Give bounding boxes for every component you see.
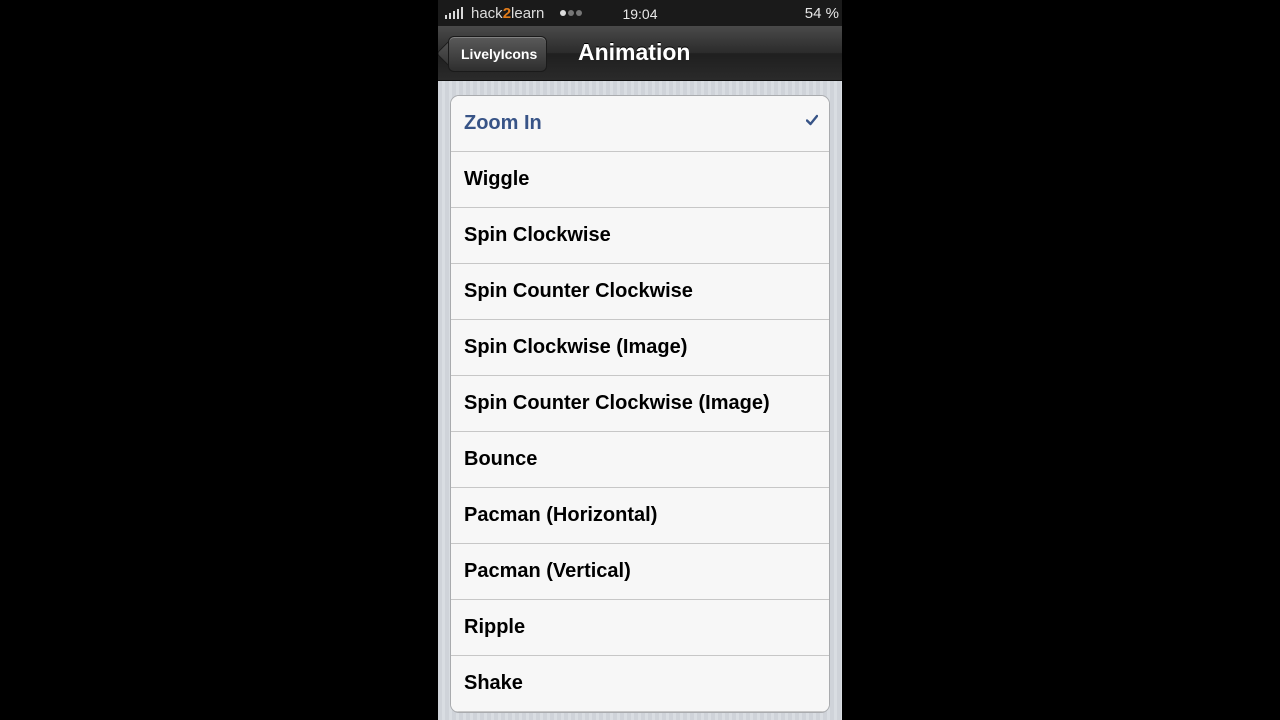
navigation-bar: LivelyIcons Animation: [438, 26, 842, 81]
battery-percent: 54 %: [804, 5, 839, 22]
list-item[interactable]: Spin Counter Clockwise: [451, 264, 829, 320]
list-item-label: Shake: [464, 672, 523, 694]
list-item[interactable]: Wiggle: [451, 152, 829, 208]
list-item[interactable]: Pacman (Vertical): [451, 544, 829, 600]
list-item-label: Pacman (Vertical): [464, 560, 631, 582]
animation-options-list: Zoom In Wiggle Spin Clockwise Spin Counter …: [450, 95, 830, 713]
back-button[interactable]: LivelyIcons: [448, 36, 548, 72]
content-area[interactable]: Zoom In Wiggle Spin Clockwise Spin Counter …: [438, 81, 842, 720]
checkmark-icon: [806, 114, 818, 126]
list-item-label: Spin Clockwise (Image): [464, 336, 688, 358]
phone-screen: hack2learn 19:04 54 % LivelyIcons Animat…: [438, 0, 842, 720]
list-item-label: Pacman (Horizontal): [464, 504, 658, 526]
list-item[interactable]: Spin Counter Clockwise (Image): [451, 376, 829, 432]
list-item[interactable]: Ripple: [451, 600, 829, 656]
list-item[interactable]: Shake: [451, 656, 829, 712]
list-item-label: Ripple: [464, 616, 526, 638]
list-item[interactable]: Zoom In: [451, 96, 829, 152]
status-time: 19:04: [622, 6, 658, 22]
list-item[interactable]: Spin Clockwise: [451, 208, 829, 264]
list-item[interactable]: Bounce: [451, 432, 829, 488]
list-item-label: Zoom In: [464, 112, 542, 134]
list-item-label: Bounce: [464, 448, 538, 470]
back-button-label: LivelyIcons: [461, 46, 538, 62]
list-item-label: Spin Counter Clockwise: [464, 280, 693, 302]
status-bar: hack2learn 19:04 54 %: [438, 0, 842, 26]
page-title: Animation: [578, 39, 691, 65]
list-item-label: Spin Counter Clockwise (Image): [464, 392, 770, 414]
list-item-label: Spin Clockwise: [464, 224, 611, 246]
list-item[interactable]: Pacman (Horizontal): [451, 488, 829, 544]
list-item-label: Wiggle: [464, 168, 530, 190]
list-item[interactable]: Spin Clockwise (Image): [451, 320, 829, 376]
